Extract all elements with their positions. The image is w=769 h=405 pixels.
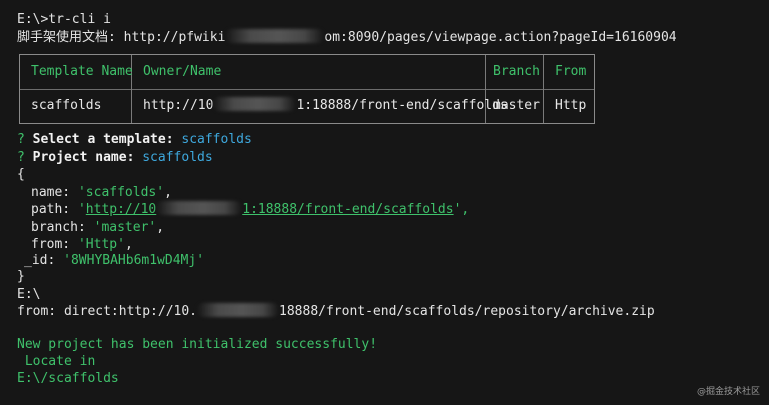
from-url-start: from: direct:http://10.	[17, 304, 198, 319]
header-owner-name: Owner/Name	[143, 64, 222, 79]
value-name: 'scaffolds'	[77, 185, 165, 200]
table-row-divider	[20, 89, 594, 90]
table-column-divider	[543, 55, 544, 123]
comma: ,	[156, 220, 165, 235]
object-open-brace: {	[17, 167, 25, 182]
cell-branch: master	[493, 98, 540, 113]
header-template-name: Template Name	[31, 64, 133, 79]
object-id-line: _id: '8WHYBAHb6m1wD4Mj'	[24, 252, 204, 270]
key-path: path:	[31, 202, 71, 217]
doc-label: 脚手架使用文档:	[17, 30, 116, 45]
redacted-blur	[225, 29, 325, 43]
prompt-answer: scaffolds	[181, 132, 252, 147]
path-link-start[interactable]: http://10	[86, 202, 156, 217]
redacted-blur	[156, 201, 243, 215]
locate-message: Locate in	[17, 354, 96, 369]
command-text: E:\>tr-cli i	[17, 12, 111, 27]
object-branch-line: branch: 'master',	[31, 219, 164, 237]
success-message: New project has been initialized success…	[17, 337, 378, 352]
prompt-answer: scaffolds	[142, 150, 213, 165]
value-from: 'Http'	[77, 237, 125, 252]
key-from: from:	[31, 237, 71, 252]
value-branch: 'master'	[93, 220, 157, 235]
cell-owner-name: http://10 1:18888/front-end/scaffolds	[143, 97, 508, 115]
quote-comma: ',	[453, 202, 470, 217]
drive-line: E:\	[17, 287, 41, 302]
object-name-line: name: 'scaffolds',	[31, 184, 172, 202]
key-id: _id:	[24, 253, 56, 268]
object-path-line: path: 'http://10 1:18888/front-end/scaffo…	[31, 201, 469, 219]
from-url-end: 18888/front-end/scaffolds/repository/arc…	[279, 304, 655, 319]
prompt-label: Select a template:	[32, 132, 174, 147]
cell-template-name: scaffolds	[31, 98, 102, 113]
question-mark: ?	[17, 150, 25, 165]
doc-line: 脚手架使用文档: http://pfwiki om:8090/pages/view…	[17, 29, 677, 47]
comma: ,	[124, 237, 133, 252]
prompt-label: Project name:	[32, 150, 135, 165]
header-from: From	[555, 64, 587, 79]
doc-url-start: http://pfwiki	[123, 30, 226, 45]
question-mark: ?	[17, 132, 25, 147]
comma: ,	[164, 185, 172, 200]
project-name-prompt: ? Project name: scaffolds	[17, 149, 213, 167]
key-branch: branch:	[31, 220, 86, 235]
owner-url-start: http://10	[143, 98, 214, 113]
target-path: E:\/scaffolds	[17, 371, 119, 386]
object-close-brace: }	[17, 269, 25, 284]
template-table: Template Name Owner/Name Branch From sca…	[19, 54, 595, 124]
header-branch: Branch	[493, 64, 540, 79]
command-line: E:\>tr-cli i	[17, 11, 111, 29]
terminal-window: E:\>tr-cli i 脚手架使用文档: http://pfwiki om:80…	[0, 0, 769, 405]
cell-from: Http	[555, 98, 587, 113]
owner-url-end: 1:18888/front-end/scaffolds	[296, 98, 508, 113]
path-link-end[interactable]: 1:18888/front-end/scaffolds	[242, 202, 453, 217]
select-template-prompt: ? Select a template: scaffolds	[17, 131, 252, 149]
redacted-blur	[197, 303, 280, 317]
download-source-line: from: direct:http://10. 18888/front-end/s…	[17, 303, 655, 321]
key-name: name:	[31, 185, 71, 200]
watermark: @掘金技术社区	[696, 387, 760, 397]
quote: '	[77, 202, 86, 217]
redacted-blur	[213, 97, 297, 111]
doc-url-end: om:8090/pages/viewpage.action?pageId=161…	[324, 30, 677, 45]
value-id: '8WHYBAHb6m1wD4Mj'	[63, 253, 205, 268]
